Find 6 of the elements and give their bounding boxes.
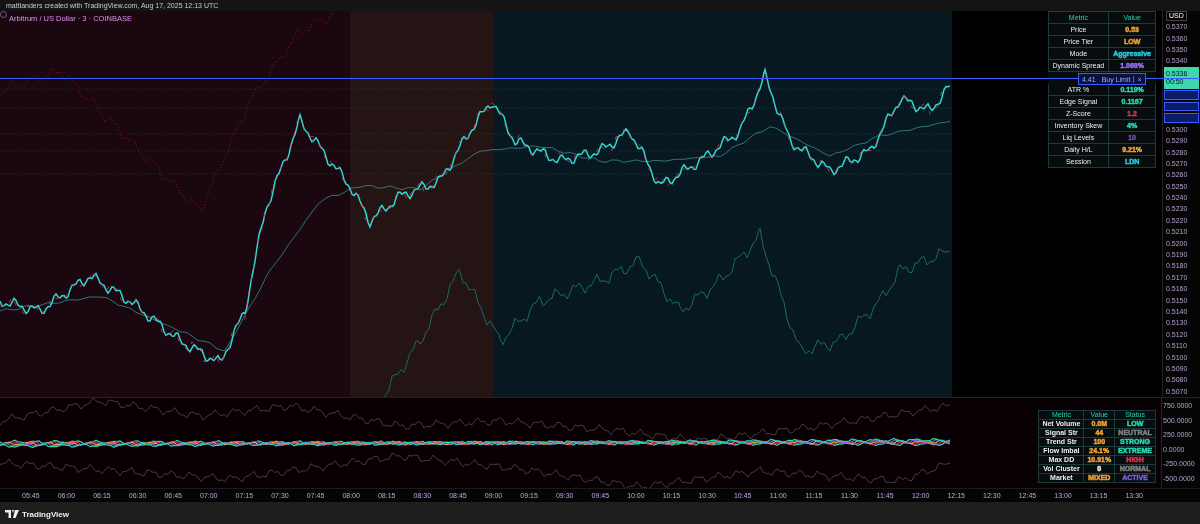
price-marker: [1164, 113, 1199, 123]
price-marker: [1164, 101, 1199, 112]
brand-name: TradingView: [22, 509, 69, 519]
price-marker: [1164, 90, 1199, 100]
circle-icon[interactable]: [0, 11, 7, 18]
logo-icon: [5, 510, 19, 518]
